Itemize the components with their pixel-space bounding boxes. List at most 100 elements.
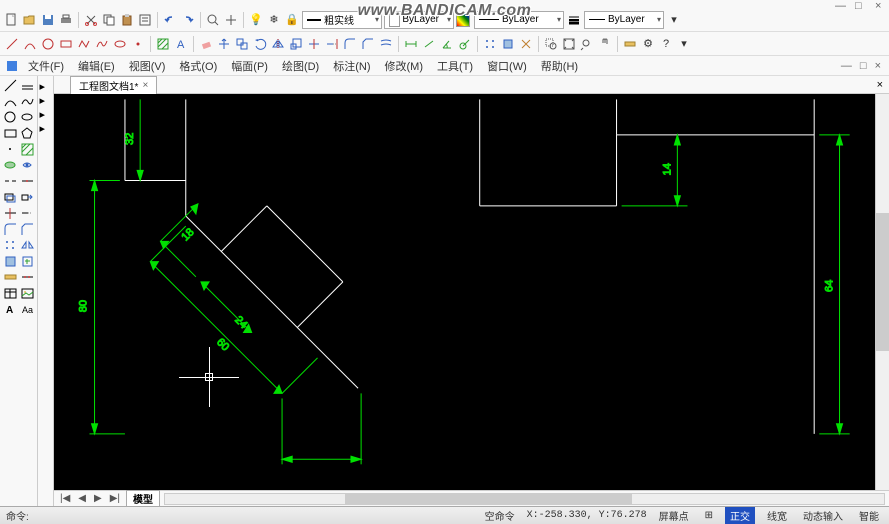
break-icon[interactable]	[2, 174, 18, 189]
snap-toggle[interactable]: ⊞	[701, 510, 717, 521]
dyn-input-toggle[interactable]: 动态输入	[799, 508, 847, 523]
polygon-icon[interactable]	[19, 126, 35, 141]
doc-close-button[interactable]: ×	[875, 60, 881, 72]
explode-tool[interactable]	[518, 36, 534, 52]
trim-tool[interactable]	[306, 36, 322, 52]
copy-tool[interactable]	[234, 36, 250, 52]
save-button[interactable]	[40, 12, 56, 28]
tab-nav-first[interactable]: |◀	[58, 493, 72, 504]
bulb-icon[interactable]: 💡	[248, 12, 264, 28]
maximize-button[interactable]: □	[855, 0, 865, 8]
arc-icon[interactable]	[2, 94, 18, 109]
minimize-button[interactable]: —	[835, 0, 845, 8]
lineweight-toggle[interactable]: 线宽	[763, 508, 791, 523]
scale-tool[interactable]	[288, 36, 304, 52]
block-icon[interactable]	[2, 254, 18, 269]
layer-freeze-icon[interactable]: ❄	[266, 12, 282, 28]
menu-help[interactable]: 帮助(H)	[535, 56, 584, 76]
lineweight-dropdown[interactable]: ByLayer	[584, 11, 664, 29]
tabs-close-all-button[interactable]: ×	[871, 79, 889, 91]
layer-lock-icon[interactable]: 🔒	[284, 12, 300, 28]
app-icon[interactable]	[4, 58, 20, 74]
vertical-scrollbar[interactable]	[875, 94, 889, 490]
array-tool[interactable]	[482, 36, 498, 52]
insert-icon[interactable]	[19, 254, 35, 269]
chamfer-tool[interactable]	[360, 36, 376, 52]
zoom-extents-tool[interactable]	[561, 36, 577, 52]
mirror-icon[interactable]	[19, 238, 35, 253]
settings-tool[interactable]: ⚙	[640, 36, 656, 52]
cut-button[interactable]	[83, 12, 99, 28]
stretch-icon[interactable]	[19, 190, 35, 205]
spline-icon[interactable]	[19, 94, 35, 109]
open-button[interactable]	[22, 12, 38, 28]
tab-nav-prev[interactable]: ◀	[76, 493, 88, 504]
menu-canvas[interactable]: 幅面(P)	[225, 56, 274, 76]
print-button[interactable]	[58, 12, 74, 28]
hatch-icon[interactable]	[19, 142, 35, 157]
rotate-tool[interactable]	[252, 36, 268, 52]
toolbar-extra-button[interactable]: ▾	[666, 12, 682, 28]
panel-toggle-4[interactable]: ▸	[40, 122, 52, 134]
table-icon[interactable]	[2, 286, 18, 301]
menu-file[interactable]: 文件(F)	[22, 56, 70, 76]
rect-icon[interactable]	[2, 126, 18, 141]
pan-realtime-tool[interactable]	[597, 36, 613, 52]
panel-toggle-2[interactable]: ▸	[40, 94, 52, 106]
tab-nav-next[interactable]: ▶	[92, 493, 104, 504]
smart-toggle[interactable]: 智能	[855, 508, 883, 523]
menu-view[interactable]: 视图(V)	[123, 56, 172, 76]
erase-tool[interactable]	[198, 36, 214, 52]
offset-icon[interactable]	[2, 190, 18, 205]
arc-tool[interactable]	[22, 36, 38, 52]
dim-radius-tool[interactable]	[457, 36, 473, 52]
menu-edit[interactable]: 编辑(E)	[72, 56, 121, 76]
dim-aligned-tool[interactable]	[421, 36, 437, 52]
new-button[interactable]	[4, 12, 20, 28]
point-icon[interactable]	[2, 142, 18, 157]
rect-tool[interactable]	[58, 36, 74, 52]
properties-button[interactable]	[137, 12, 153, 28]
more-tools[interactable]: ▾	[676, 36, 692, 52]
measure-icon[interactable]	[2, 270, 18, 285]
lineweight-icon[interactable]	[566, 12, 582, 28]
zoom-window-tool[interactable]	[543, 36, 559, 52]
image-icon[interactable]	[19, 286, 35, 301]
paste-button[interactable]	[119, 12, 135, 28]
spline-tool[interactable]	[94, 36, 110, 52]
fillet-icon[interactable]	[2, 222, 18, 237]
mtext-icon[interactable]: Aa	[19, 302, 35, 317]
divide-icon[interactable]	[19, 270, 35, 285]
offset-tool[interactable]	[378, 36, 394, 52]
hatch-tool[interactable]	[155, 36, 171, 52]
model-tab[interactable]: 模型	[126, 490, 160, 507]
menu-format[interactable]: 格式(O)	[173, 56, 223, 76]
pan-button[interactable]	[223, 12, 239, 28]
help-tool[interactable]: ?	[658, 36, 674, 52]
zoom-prev-tool[interactable]	[579, 36, 595, 52]
panel-toggle-3[interactable]: ▸	[40, 108, 52, 120]
tab-close-button[interactable]: ×	[142, 80, 148, 91]
dim-linear-tool[interactable]	[403, 36, 419, 52]
trim-icon[interactable]	[2, 206, 18, 221]
doc-minimize-button[interactable]: —	[841, 60, 852, 72]
undo-button[interactable]	[162, 12, 178, 28]
text-tool[interactable]: A	[173, 36, 189, 52]
menu-tools[interactable]: 工具(T)	[431, 56, 479, 76]
copy-button[interactable]	[101, 12, 117, 28]
menu-draw[interactable]: 绘图(D)	[276, 56, 325, 76]
circle-icon[interactable]	[2, 110, 18, 125]
extend-tool[interactable]	[324, 36, 340, 52]
text-icon[interactable]: A	[2, 302, 18, 317]
circle-tool[interactable]	[40, 36, 56, 52]
document-tab[interactable]: 工程图文档1* ×	[70, 76, 157, 94]
zoom-button[interactable]	[205, 12, 221, 28]
point-tool[interactable]	[130, 36, 146, 52]
array-icon[interactable]	[2, 238, 18, 253]
extend-icon[interactable]	[19, 206, 35, 221]
join-icon[interactable]	[19, 174, 35, 189]
menu-dimension[interactable]: 标注(N)	[327, 56, 376, 76]
measure-tool[interactable]	[622, 36, 638, 52]
screen-point-toggle[interactable]: 屏幕点	[655, 508, 693, 523]
mirror-tool[interactable]	[270, 36, 286, 52]
